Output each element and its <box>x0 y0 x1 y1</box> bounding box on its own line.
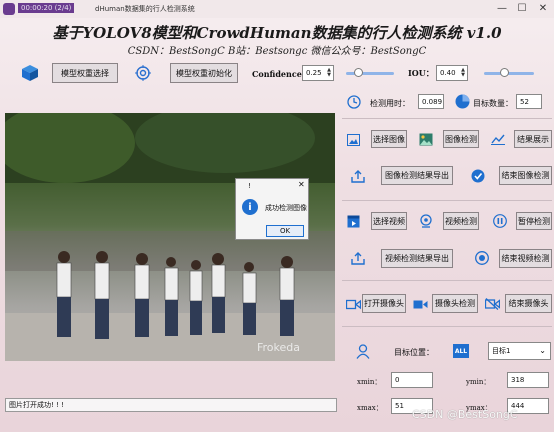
close-camera-button[interactable]: 结束摄像头 <box>505 294 552 313</box>
camera-detect-button[interactable]: 摄像头检测 <box>432 294 478 313</box>
pause-detect-button[interactable]: 暂停检测 <box>516 212 552 230</box>
all-icon: ALL <box>453 344 469 358</box>
dialog-ok-button[interactable]: OK <box>266 225 304 237</box>
end-video-detect-button[interactable]: 结束视频检测 <box>499 249 552 268</box>
video-file-icon <box>346 214 360 228</box>
line-chart-icon <box>490 132 505 146</box>
ymin-label: ymin： <box>466 378 491 386</box>
iou-label: IOU： <box>408 68 434 78</box>
image-detect-icon <box>418 132 433 146</box>
xmin-label: xmin： <box>357 378 382 386</box>
divider <box>342 280 552 281</box>
confidence-label: Confidence: <box>252 69 305 79</box>
camera-icon <box>345 297 361 311</box>
status-bar: 图片打开成功! ! ! <box>5 398 337 412</box>
dialog-close-button[interactable]: ✕ <box>298 180 305 189</box>
ymin-field: 318 <box>507 372 549 388</box>
select-video-button[interactable]: 选择视频 <box>371 212 407 230</box>
image-watermark: Frokeda <box>257 341 301 354</box>
time-label: 检测用时： <box>370 99 410 108</box>
dialog-title-icon: ! <box>248 182 251 190</box>
webcam-icon <box>418 213 433 228</box>
dialog-message: 成功检测图像 <box>265 204 307 212</box>
end-image-detect-button[interactable]: 结束图像检测 <box>499 166 552 185</box>
divider <box>342 200 552 201</box>
iou-value: 0.40 <box>440 69 456 77</box>
maximize-button[interactable]: ☐ <box>512 0 532 18</box>
xmin-field: 0 <box>391 372 433 388</box>
csdn-watermark: CSDN @BestSongC <box>412 408 518 421</box>
export-video-result-button[interactable]: 视频检测结果导出 <box>381 249 453 268</box>
show-result-button[interactable]: 结果展示 <box>514 130 552 148</box>
export-image-result-button[interactable]: 图像检测结果导出 <box>381 166 453 185</box>
confidence-spinbox[interactable]: 0.25 ▲ ▼ <box>302 65 334 81</box>
confidence-slider-handle[interactable] <box>353 68 363 77</box>
count-label: 目标数量： <box>473 99 513 108</box>
divider <box>342 326 552 327</box>
person-icon <box>355 343 371 359</box>
open-camera-button[interactable]: 打开摄像头 <box>362 294 406 313</box>
export-icon <box>350 168 365 183</box>
clock-icon <box>346 94 362 110</box>
pie-chart-icon <box>454 93 470 109</box>
spin-arrows-icon: ▲ ▼ <box>461 67 465 78</box>
cube-icon <box>20 63 40 83</box>
xmax-label: xmax： <box>357 404 383 412</box>
info-icon: i <box>242 199 258 215</box>
page-title: 基于YOLOV8模型和CrowdHuman数据集的行人检测系统 v1.0 <box>52 24 502 42</box>
window-title: dHuman数据集的行人检测系统 <box>95 5 195 13</box>
image-icon <box>346 133 360 147</box>
detect-video-button[interactable]: 视频检测 <box>443 212 479 230</box>
close-button[interactable]: ✕ <box>533 0 553 18</box>
select-weights-button[interactable]: 模型权重选择 <box>52 63 118 83</box>
check-circle-icon <box>470 168 485 183</box>
target-select-dropdown[interactable]: 目标1 ⌄ <box>488 342 551 360</box>
pause-icon <box>492 213 507 228</box>
iou-slider-handle[interactable] <box>499 68 509 77</box>
minimize-button[interactable]: — <box>492 0 512 18</box>
chevron-down-icon: ⌄ <box>539 346 546 355</box>
window-timestamp: 00:00:20 (2/4) <box>18 3 75 13</box>
camera-detect-icon <box>412 297 428 311</box>
target-select-value: 目标1 <box>492 347 511 355</box>
divider <box>342 118 552 119</box>
iou-slider[interactable] <box>484 72 534 75</box>
confidence-value: 0.25 <box>306 69 322 77</box>
target-settings-icon <box>133 63 153 83</box>
stop-icon <box>474 250 489 265</box>
detect-image-button[interactable]: 图像检测 <box>443 130 479 148</box>
count-field: 52 <box>516 94 542 109</box>
export-icon <box>350 250 365 265</box>
page-subtitle: CSDN：BestSongC B站：Bestsongc 微信公众号：BestSo… <box>127 46 427 57</box>
init-weights-button[interactable]: 模型权重初始化 <box>170 63 238 83</box>
title-bar <box>0 0 554 18</box>
spin-arrows-icon: ▲ ▼ <box>327 67 331 78</box>
select-image-button[interactable]: 选择图像 <box>371 130 407 148</box>
message-dialog: ! ✕ i 成功检测图像 OK <box>235 178 309 240</box>
camera-off-icon <box>484 297 500 311</box>
iou-spinbox[interactable]: 0.40 ▲ ▼ <box>436 65 468 81</box>
time-field: 0.089 <box>418 94 444 109</box>
target-position-label: 目标位置： <box>394 348 434 357</box>
app-icon <box>3 3 15 15</box>
